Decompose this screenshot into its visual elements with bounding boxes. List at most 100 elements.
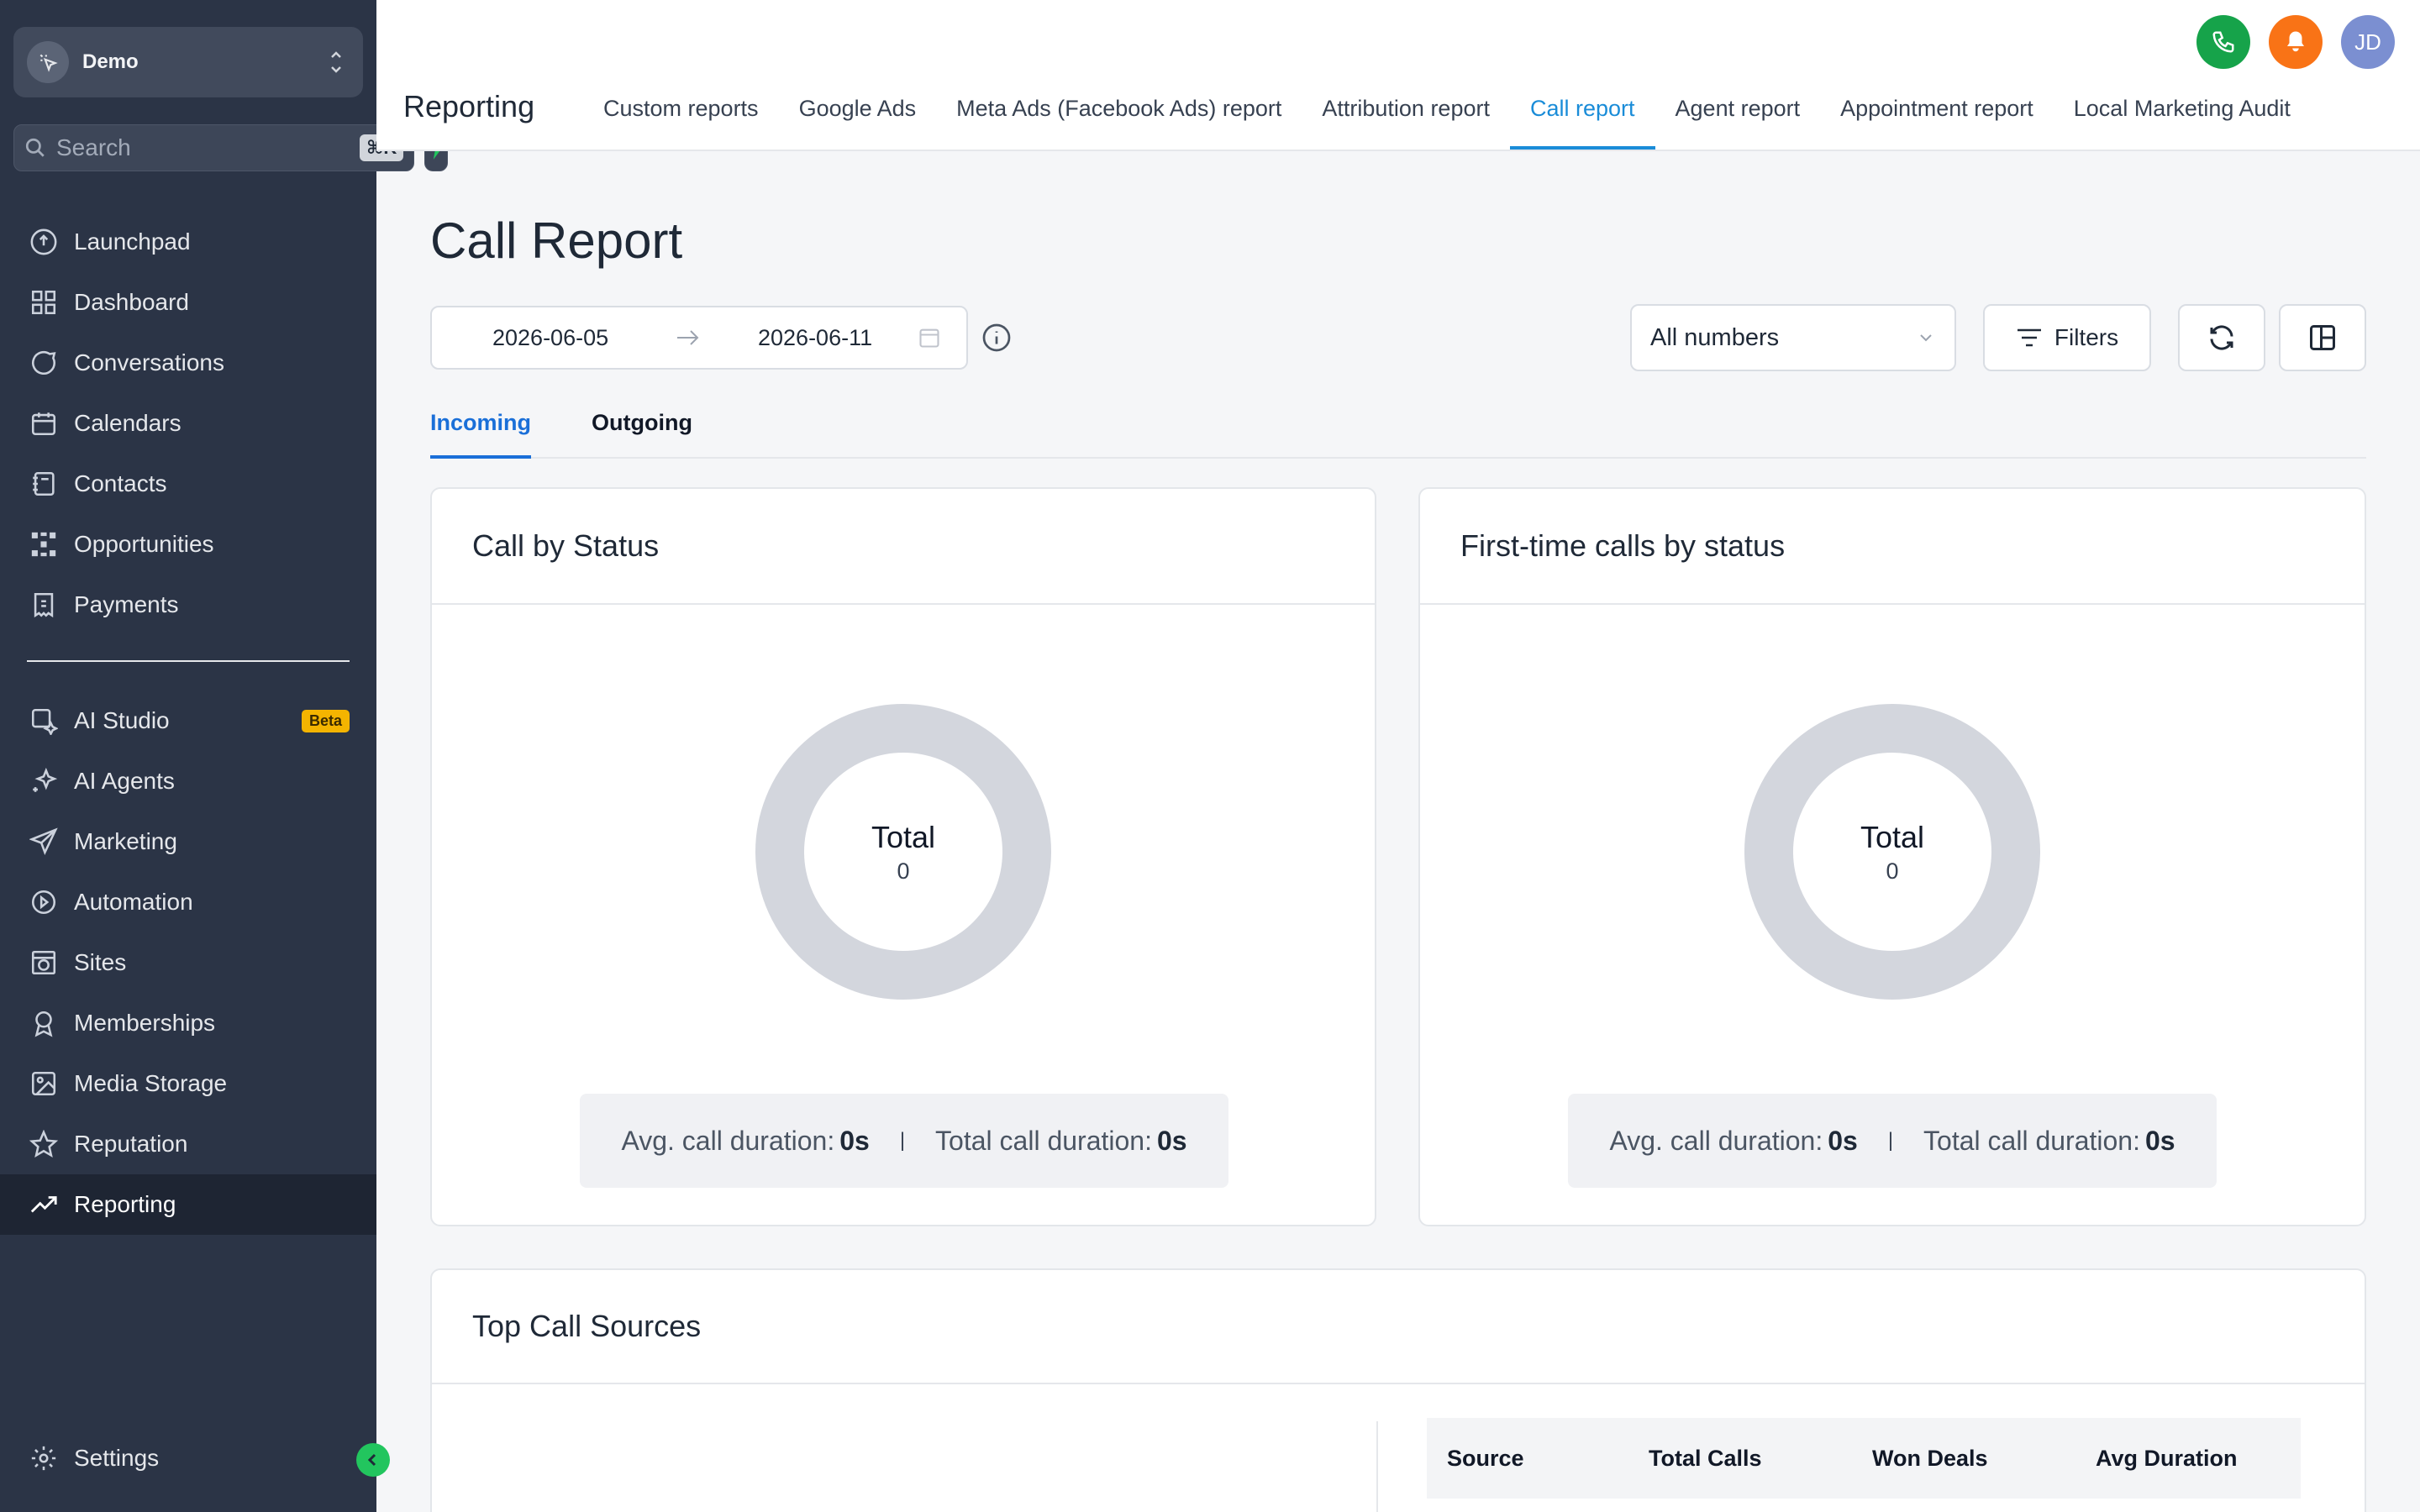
top-call-sources-card: Top Call Sources Source Total Calls Won … xyxy=(430,1268,2366,1512)
calendar-icon xyxy=(919,328,939,348)
donut-chart: Total 0 xyxy=(755,704,1051,1000)
sidebar-item-sites[interactable]: Sites xyxy=(0,932,376,993)
donut-total-label: Total xyxy=(1860,819,1925,854)
sidebar-collapse-button[interactable] xyxy=(356,1443,390,1477)
date-start[interactable]: 2026-06-05 xyxy=(492,325,608,351)
layout-button[interactable] xyxy=(2279,304,2366,371)
notifications-button[interactable] xyxy=(2269,15,2323,69)
sidebar-item-dashboard[interactable]: Dashboard xyxy=(0,272,376,333)
sidebar-item-label: Calendars xyxy=(74,410,182,436)
ai-studio-icon xyxy=(27,704,60,738)
sidebar-item-label: AI Agents xyxy=(74,768,175,794)
date-end[interactable]: 2026-06-11 xyxy=(758,325,872,351)
launchpad-icon xyxy=(27,225,60,259)
sidebar-item-label: Automation xyxy=(74,889,193,915)
sidebar-item-label: Opportunities xyxy=(74,531,214,557)
sidebar-item-contacts[interactable]: Contacts xyxy=(0,454,376,514)
first-time-calls-card: First-time calls by status Total 0 Avg. … xyxy=(1418,487,2366,1226)
sidebar-item-marketing[interactable]: Marketing xyxy=(0,811,376,872)
sidebar-item-label: Dashboard xyxy=(74,289,189,315)
tab-attribution-report[interactable]: Attribution report xyxy=(1302,82,1510,150)
sidebar-item-media-storage[interactable]: Media Storage xyxy=(0,1053,376,1114)
column-won-deals[interactable]: Won Deals xyxy=(1872,1446,1988,1472)
sidebar-item-settings[interactable]: Settings xyxy=(0,1428,376,1488)
calendar-icon xyxy=(27,407,60,440)
tab-agent-report[interactable]: Agent report xyxy=(1655,82,1821,150)
payments-icon xyxy=(27,588,60,622)
trending-up-icon xyxy=(27,1188,60,1221)
total-duration-value: 0s xyxy=(1156,1125,1187,1156)
sidebar-item-memberships[interactable]: Memberships xyxy=(0,993,376,1053)
avg-duration-value: 0s xyxy=(839,1125,870,1156)
donut-total-value: 0 xyxy=(1886,858,1899,884)
sidebar-item-ai-studio[interactable]: AI Studio Beta xyxy=(0,690,376,751)
tab-outgoing[interactable]: Outgoing xyxy=(592,405,692,459)
column-total-calls[interactable]: Total Calls xyxy=(1649,1446,1762,1472)
stats-separator: | xyxy=(1887,1129,1894,1152)
sidebar-item-conversations[interactable]: Conversations xyxy=(0,333,376,393)
gear-icon xyxy=(27,1441,60,1475)
sidebar-item-automation[interactable]: Automation xyxy=(0,872,376,932)
sidebar-item-reporting[interactable]: Reporting xyxy=(0,1174,376,1235)
tab-google-ads[interactable]: Google Ads xyxy=(779,82,937,150)
sidebar-item-label: Launchpad xyxy=(74,228,191,255)
filters-button[interactable]: Filters xyxy=(1983,304,2151,371)
refresh-button[interactable] xyxy=(2178,304,2265,371)
workspace-name: Demo xyxy=(82,50,139,73)
top-header: JD Reporting Custom reports Google Ads M… xyxy=(376,0,2420,151)
globe-icon xyxy=(27,946,60,979)
tab-custom-reports[interactable]: Custom reports xyxy=(583,82,779,150)
duration-stats: Avg. call duration: 0s | Total call dura… xyxy=(1568,1094,2217,1188)
sidebar-item-label: AI Studio xyxy=(74,707,170,733)
phone-button[interactable] xyxy=(2196,15,2250,69)
donut-total-value: 0 xyxy=(897,858,910,884)
sparkle-icon xyxy=(27,764,60,798)
duration-stats: Avg. call duration: 0s | Total call dura… xyxy=(580,1094,1228,1188)
filters-label: Filters xyxy=(2054,324,2119,350)
info-icon[interactable] xyxy=(981,323,1012,353)
tab-incoming[interactable]: Incoming xyxy=(430,405,531,459)
sidebar-item-label: Conversations xyxy=(74,349,224,375)
number-select[interactable]: All numbers xyxy=(1630,304,1956,371)
report-tabs: Custom reports Google Ads Meta Ads (Face… xyxy=(583,82,2311,150)
workspace-switcher[interactable]: Demo xyxy=(13,27,363,97)
donut-total-label: Total xyxy=(871,819,936,854)
table-header: Source Total Calls Won Deals Avg Duratio… xyxy=(1427,1418,2301,1499)
tab-appointment-report[interactable]: Appointment report xyxy=(1820,82,2054,150)
chat-bubble-icon xyxy=(27,346,60,380)
search-box[interactable]: ⌘K xyxy=(13,124,415,171)
section-title: Reporting xyxy=(403,89,535,123)
arrow-right-icon xyxy=(677,330,699,345)
tab-meta-ads[interactable]: Meta Ads (Facebook Ads) report xyxy=(936,82,1302,150)
panel-divider xyxy=(1376,1421,1378,1512)
avg-duration-label: Avg. call duration: xyxy=(1609,1125,1823,1156)
automation-icon xyxy=(27,885,60,919)
user-avatar[interactable]: JD xyxy=(2341,15,2395,69)
sidebar-item-calendars[interactable]: Calendars xyxy=(0,393,376,454)
sidebar-divider xyxy=(27,660,350,662)
sidebar-item-opportunities[interactable]: Opportunities xyxy=(0,514,376,575)
star-icon xyxy=(27,1127,60,1161)
date-range-picker[interactable]: 2026-06-05 2026-06-11 xyxy=(430,306,968,370)
sidebar-item-payments[interactable]: Payments xyxy=(0,575,376,635)
search-input[interactable] xyxy=(56,134,360,161)
tab-call-report[interactable]: Call report xyxy=(1509,82,1655,150)
total-duration-label: Total call duration: xyxy=(935,1125,1152,1156)
beta-badge: Beta xyxy=(301,709,350,732)
tab-local-marketing-audit[interactable]: Local Marketing Audit xyxy=(2054,82,2311,150)
sidebar-item-label: Marketing xyxy=(74,828,177,854)
sidebar-item-launchpad[interactable]: Launchpad xyxy=(0,212,376,272)
sidebar-item-label: Memberships xyxy=(74,1010,216,1036)
avg-duration-value: 0s xyxy=(1828,1125,1858,1156)
avg-duration-label: Avg. call duration: xyxy=(621,1125,835,1156)
chevron-down-icon xyxy=(1920,334,1932,342)
sidebar-item-label: Contacts xyxy=(74,470,167,496)
sidebar-item-reputation[interactable]: Reputation xyxy=(0,1114,376,1174)
column-avg-duration[interactable]: Avg Duration xyxy=(2096,1446,2238,1472)
sidebar-nav-secondary: AI Studio Beta AI Agents Marketing Autom… xyxy=(0,690,376,1235)
column-source[interactable]: Source xyxy=(1447,1446,1524,1472)
sidebar-item-label: Sites xyxy=(74,949,127,975)
layout-icon xyxy=(2310,325,2335,350)
sidebar-item-ai-agents[interactable]: AI Agents xyxy=(0,751,376,811)
opportunities-icon xyxy=(27,528,60,561)
